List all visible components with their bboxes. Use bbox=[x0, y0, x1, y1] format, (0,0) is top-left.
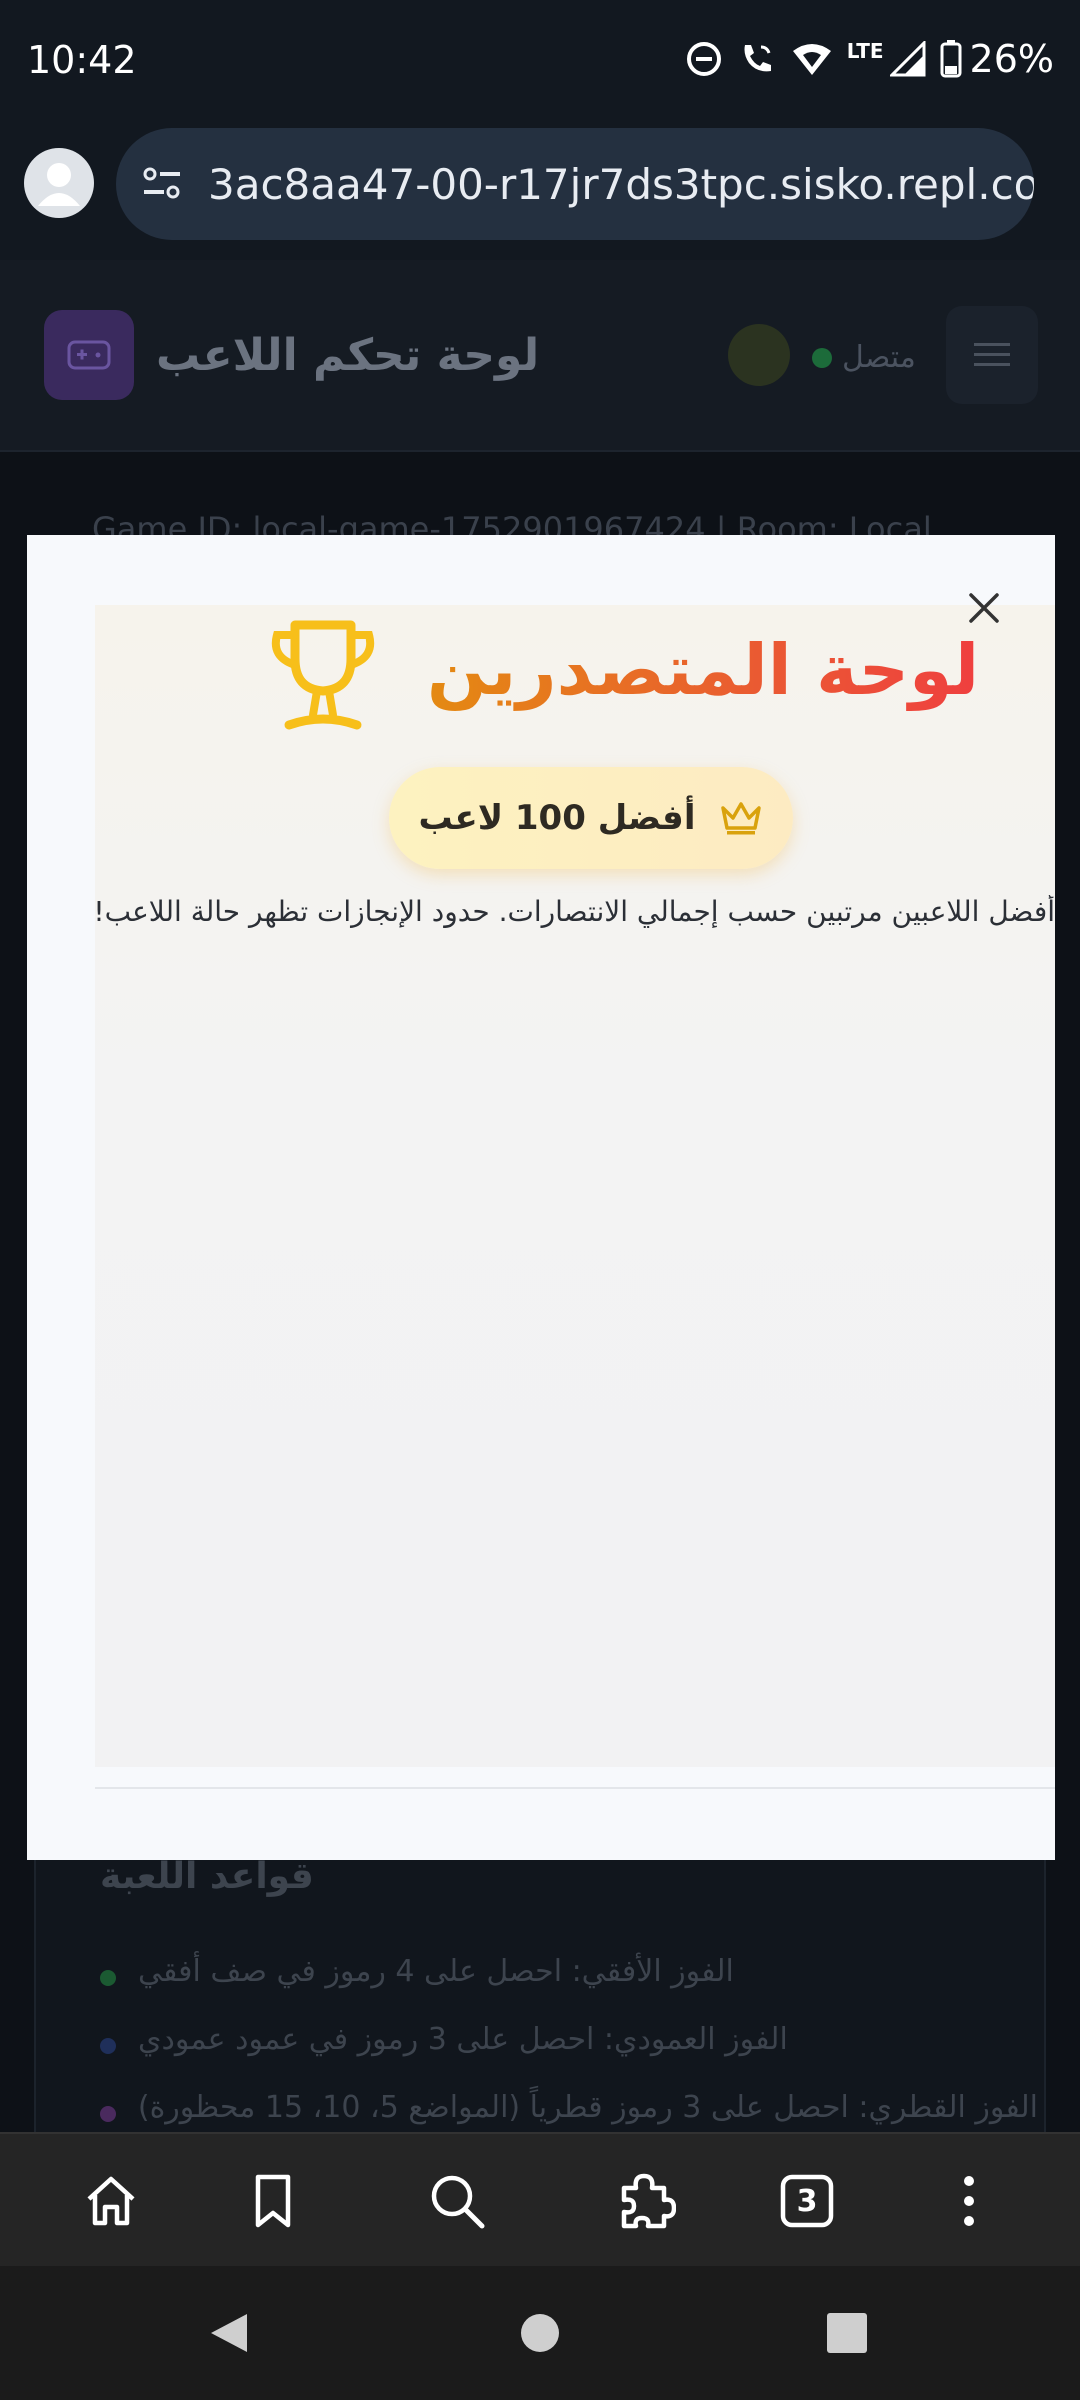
profile-avatar[interactable] bbox=[24, 148, 94, 218]
background-user-avatar bbox=[728, 324, 790, 386]
status-bar: 10:42 LTE 26% bbox=[0, 0, 1080, 124]
tabs-button[interactable]: 3 bbox=[770, 2164, 844, 2238]
screen: 10:42 LTE 26% 3ac8aa47-00-r17jr7ds3tpc.s… bbox=[0, 0, 1080, 2400]
rule-item: الفوز القطري: احصل على 3 رموز قطرياً (ال… bbox=[137, 2090, 1038, 2125]
home-nav-button[interactable] bbox=[515, 2308, 565, 2358]
do-not-disturb-icon bbox=[686, 42, 721, 76]
browser-bottom-bar: 3 bbox=[0, 2132, 1080, 2266]
leaderboard-title: لوحة المتصدرين bbox=[427, 629, 980, 711]
top-players-label: أفضل 100 لاعب bbox=[418, 798, 696, 838]
close-icon bbox=[969, 593, 999, 623]
leaderboard-description: أفضل اللاعبين مرتبين حسب إجمالي الانتصار… bbox=[95, 895, 1055, 928]
battery-level: 26% bbox=[969, 37, 1054, 81]
rule-dot bbox=[100, 2106, 116, 2122]
search-button[interactable] bbox=[420, 2164, 494, 2238]
online-dot bbox=[812, 347, 832, 368]
rule-dot bbox=[100, 1970, 116, 1986]
home-circle-icon bbox=[521, 2314, 559, 2352]
rule-dot bbox=[100, 2038, 116, 2054]
recents-button[interactable] bbox=[822, 2308, 872, 2358]
menu-icon bbox=[974, 343, 1010, 366]
network-type: LTE bbox=[846, 39, 884, 63]
site-settings-icon[interactable] bbox=[140, 162, 184, 206]
browser-toolbar: 3ac8aa47-00-r17jr7ds3tpc.sisko.repl.co bbox=[0, 124, 1080, 260]
signal-icon bbox=[889, 41, 926, 77]
search-icon bbox=[431, 2175, 485, 2229]
leaderboard-description-box: أفضل اللاعبين مرتبين حسب إجمالي الانتصار… bbox=[95, 895, 1055, 955]
status-time: 10:42 bbox=[27, 38, 137, 82]
person-icon bbox=[38, 163, 80, 206]
modal-divider bbox=[95, 1787, 1055, 1789]
status-icons: LTE 26% bbox=[685, 36, 1054, 82]
bookmark-icon bbox=[255, 2174, 291, 2228]
trophy-icon bbox=[271, 620, 375, 730]
background-header: لوحة تحكم اللاعب متصل bbox=[0, 260, 1080, 452]
url-text: 3ac8aa47-00-r17jr7ds3tpc.sisko.repl.co bbox=[208, 160, 1034, 209]
more-vertical-icon bbox=[964, 2176, 974, 2226]
system-nav-bar bbox=[0, 2266, 1080, 2400]
gamepad-icon bbox=[67, 340, 111, 370]
puzzle-icon bbox=[621, 2173, 676, 2229]
wifi-icon bbox=[792, 44, 831, 75]
bookmarks-button[interactable] bbox=[236, 2164, 310, 2238]
hamburger-menu-button[interactable] bbox=[946, 306, 1038, 404]
home-button[interactable] bbox=[74, 2164, 148, 2238]
home-icon bbox=[87, 2176, 135, 2226]
close-button[interactable] bbox=[961, 585, 1007, 631]
status-label: متصل bbox=[842, 340, 916, 375]
top-players-badge: أفضل 100 لاعب bbox=[389, 767, 793, 869]
back-triangle-icon bbox=[211, 2314, 247, 2352]
gamepad-logo bbox=[44, 310, 134, 400]
battery-icon bbox=[940, 40, 962, 78]
more-options-button[interactable] bbox=[932, 2164, 1006, 2238]
crown-icon bbox=[721, 802, 762, 835]
tab-count: 3 bbox=[796, 2183, 818, 2219]
back-button[interactable] bbox=[204, 2308, 254, 2358]
rule-item: الفوز العمودي: احصل على 3 رموز في عمود ع… bbox=[138, 2022, 788, 2057]
background-status: متصل bbox=[812, 340, 916, 375]
wifi-call-icon bbox=[744, 45, 771, 72]
rule-item: الفوز الأفقي: احصل على 4 رموز في صف أفقي bbox=[138, 1954, 734, 1989]
leaderboard-modal: لوحة المتصدرين أفضل 100 لاعب أفضل اللاعب… bbox=[27, 535, 1055, 1860]
rules-title: قواعد اللعبة bbox=[100, 1856, 314, 1897]
extensions-button[interactable] bbox=[608, 2164, 682, 2238]
address-bar[interactable]: 3ac8aa47-00-r17jr7ds3tpc.sisko.repl.co bbox=[116, 128, 1034, 240]
recents-square-icon bbox=[827, 2313, 867, 2353]
background-title: لوحة تحكم اللاعب bbox=[156, 330, 540, 381]
